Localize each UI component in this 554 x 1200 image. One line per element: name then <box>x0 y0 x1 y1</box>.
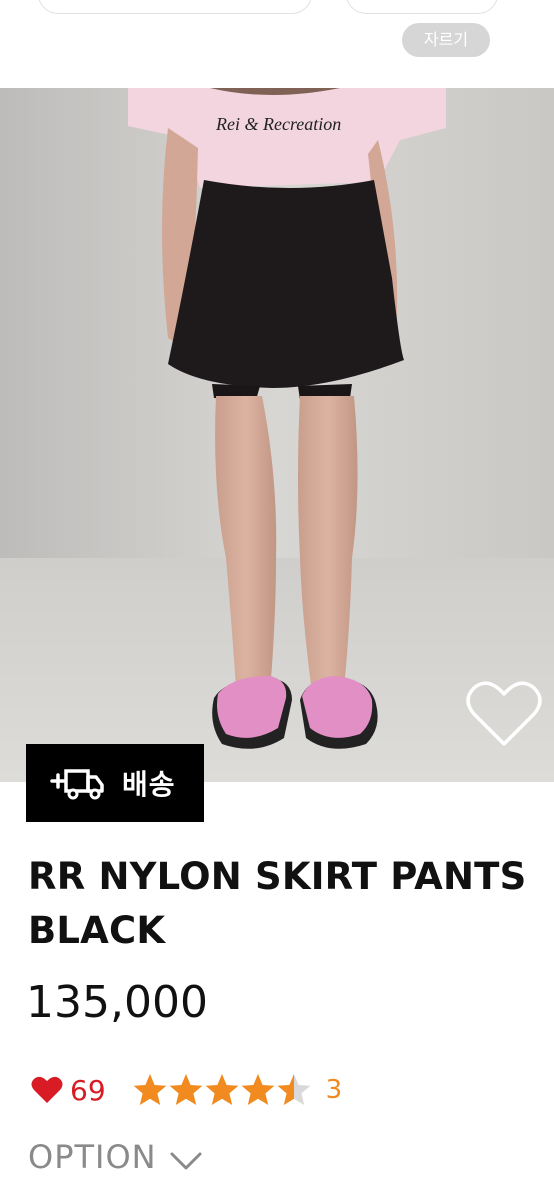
crop-button[interactable]: 자르기 <box>402 23 490 57</box>
top-pill-left[interactable] <box>38 0 312 14</box>
product-price: 135,000 <box>26 977 208 1028</box>
delivery-badge: 배송 <box>26 744 204 822</box>
star-icon <box>133 1074 167 1105</box>
chevron-down-icon <box>170 1152 202 1170</box>
delivery-label: 배송 <box>122 768 176 801</box>
star-icon <box>241 1074 275 1105</box>
option-dropdown[interactable]: OPTION <box>28 1138 203 1176</box>
delivery-truck-icon <box>50 769 104 800</box>
star-icon-half <box>277 1074 311 1105</box>
wishlist-heart-icon[interactable] <box>464 678 544 750</box>
like-count: 69 <box>70 1073 106 1107</box>
product-title: RR NYLON SKIRT PANTS BLACK <box>28 855 527 952</box>
rating-stars <box>132 1072 312 1108</box>
product-stats: 69 3 <box>30 1068 342 1112</box>
shirt-print-text: Rei & Recreation <box>215 114 341 134</box>
star-icon <box>169 1074 203 1105</box>
star-icon <box>205 1074 239 1105</box>
option-label: OPTION <box>28 1138 157 1176</box>
top-bar: 자르기 <box>0 0 554 88</box>
review-count[interactable]: 3 <box>326 1075 343 1105</box>
like-heart-icon[interactable] <box>30 1075 64 1105</box>
top-pill-right[interactable] <box>346 0 498 14</box>
